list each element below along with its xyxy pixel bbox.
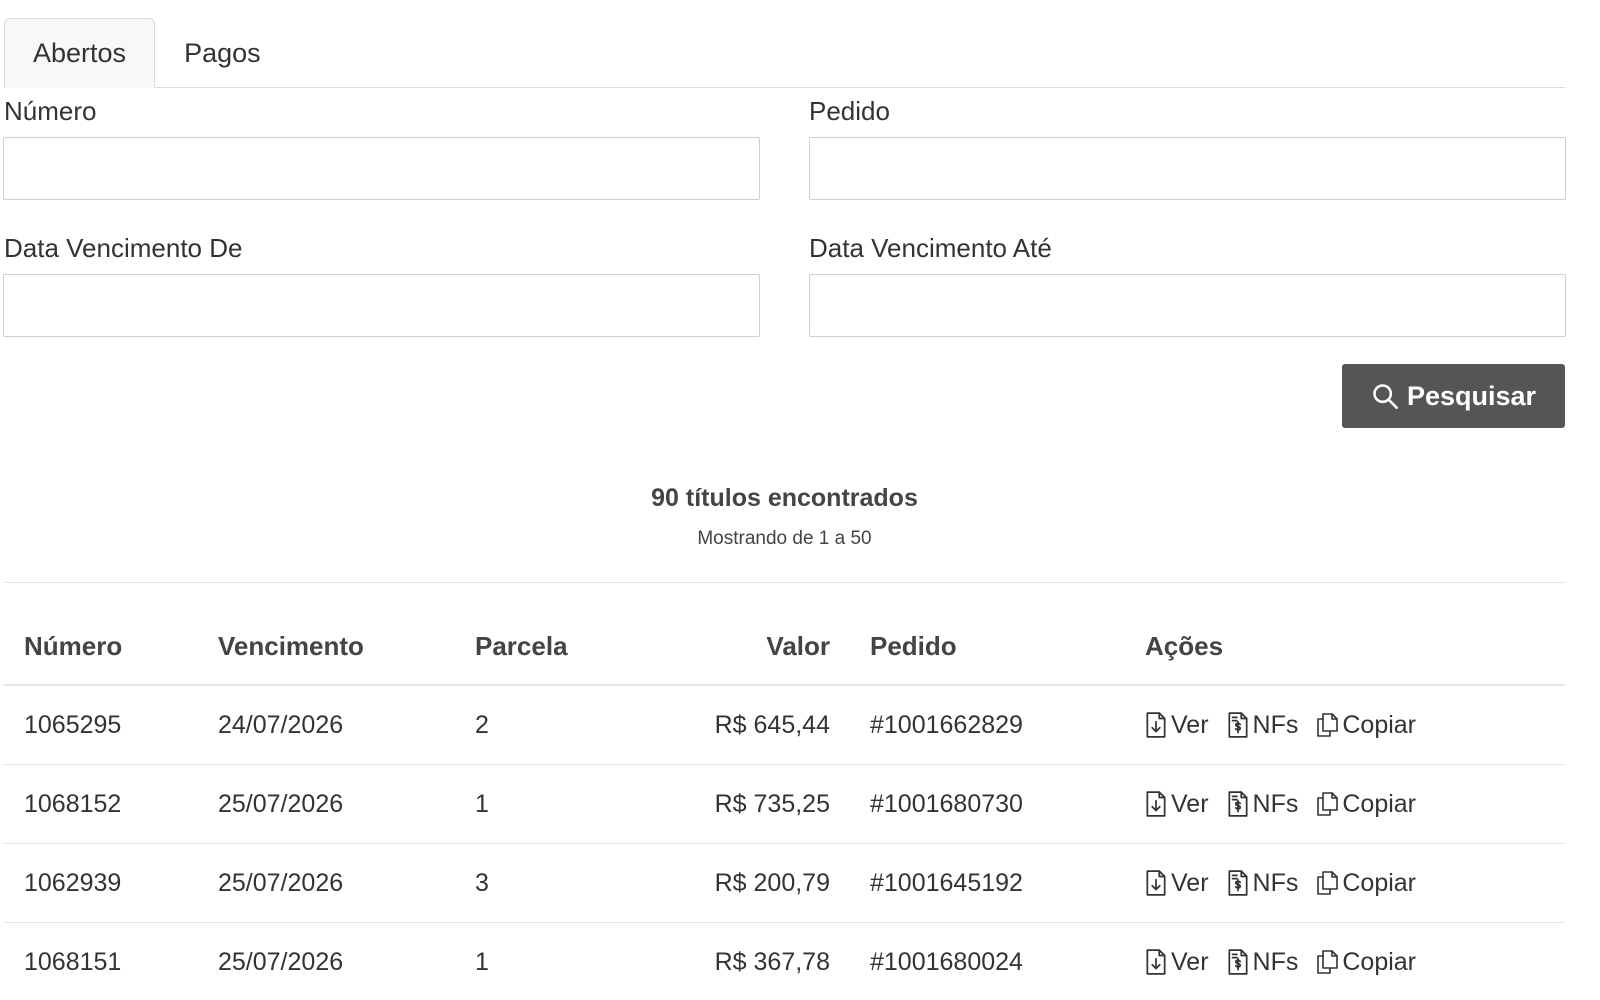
cell-parcela: 2 — [475, 710, 489, 739]
nfs-button[interactable]: NFs — [1227, 789, 1299, 819]
pesquisar-button[interactable]: Pesquisar — [1342, 364, 1565, 428]
cell-numero: 1068152 — [24, 789, 122, 818]
ver-label: Ver — [1171, 789, 1209, 818]
ver-button[interactable]: Ver — [1145, 948, 1209, 977]
tab-abertos[interactable]: Abertos — [4, 18, 156, 88]
file-download-icon — [1145, 791, 1167, 817]
cell-acoes: Ver NFs Copiar — [1145, 765, 1416, 843]
cell-numero: 1065295 — [24, 710, 122, 739]
divider — [4, 582, 1565, 583]
cell-pedido: #1001680730 — [870, 789, 1023, 818]
header-acoes: Ações — [1145, 630, 1224, 661]
copy-icon — [1316, 949, 1339, 975]
copy-icon — [1316, 791, 1339, 817]
cell-pedido: #1001680024 — [870, 947, 1023, 976]
cell-valor: R$ 735,25 — [714, 789, 830, 818]
cell-acoes: Ver NFs Copiar — [1145, 686, 1416, 764]
copiar-label: Copiar — [1342, 947, 1417, 976]
file-invoice-icon — [1227, 712, 1249, 738]
header-numero: Número — [24, 630, 123, 661]
file-invoice-icon — [1227, 870, 1249, 896]
cell-pedido: #1001645192 — [870, 868, 1023, 897]
table-row: 1062939 25/07/2026 3 R$ 200,79 #10016451… — [4, 844, 1565, 923]
file-invoice-icon — [1227, 949, 1249, 975]
nfs-button[interactable]: NFs — [1227, 710, 1299, 740]
nfs-label: NFs — [1252, 710, 1299, 739]
cell-acoes: Ver NFs Copiar — [1145, 844, 1416, 922]
file-download-icon — [1145, 870, 1167, 896]
page: Abertos Pagos Número Pedido Data Vencime… — [0, 0, 1600, 1000]
cell-numero: 1068151 — [24, 947, 122, 976]
file-download-icon — [1145, 712, 1167, 738]
data-vencimento-ate-input[interactable] — [809, 274, 1566, 337]
header-valor: Valor — [766, 630, 830, 661]
ver-label: Ver — [1171, 868, 1209, 897]
copiar-button[interactable]: Copiar — [1316, 711, 1416, 740]
ver-label: Ver — [1171, 947, 1209, 976]
header-pedido: Pedido — [870, 630, 957, 661]
copy-icon — [1316, 870, 1339, 896]
copiar-button[interactable]: Copiar — [1316, 869, 1416, 898]
table-row: 1065295 24/07/2026 2 R$ 645,44 #10016628… — [4, 686, 1565, 765]
copiar-button[interactable]: Copiar — [1316, 790, 1416, 819]
table-row: 1068151 25/07/2026 1 R$ 367,78 #10016800… — [4, 923, 1565, 1000]
titulos-table: Número Vencimento Parcela Valor Pedido A… — [4, 608, 1565, 1000]
ver-button[interactable]: Ver — [1145, 869, 1209, 898]
cell-valor: R$ 645,44 — [714, 710, 830, 739]
file-invoice-icon — [1227, 791, 1249, 817]
ver-label: Ver — [1171, 710, 1209, 739]
cell-vencimento: 25/07/2026 — [218, 868, 344, 897]
nfs-button[interactable]: NFs — [1227, 947, 1299, 977]
data-vencimento-de-label: Data Vencimento De — [4, 233, 243, 263]
header-parcela: Parcela — [475, 630, 568, 661]
cell-valor: R$ 367,78 — [714, 947, 830, 976]
pedido-input[interactable] — [809, 137, 1566, 200]
table-header-row: Número Vencimento Parcela Valor Pedido A… — [4, 608, 1565, 686]
cell-parcela: 1 — [475, 789, 489, 818]
copiar-label: Copiar — [1342, 710, 1417, 739]
pedido-label: Pedido — [809, 96, 890, 126]
cell-pedido: #1001662829 — [870, 710, 1023, 739]
file-download-icon — [1145, 949, 1167, 975]
cell-vencimento: 25/07/2026 — [218, 789, 344, 818]
data-vencimento-ate-label: Data Vencimento Até — [809, 233, 1052, 263]
nfs-label: NFs — [1252, 789, 1299, 818]
cell-vencimento: 24/07/2026 — [218, 710, 344, 739]
nfs-label: NFs — [1252, 947, 1299, 976]
cell-numero: 1062939 — [24, 868, 122, 897]
tab-pagos[interactable]: Pagos — [155, 18, 290, 88]
results-count: 90 títulos encontrados — [651, 484, 918, 512]
tab-bar: Abertos Pagos — [4, 18, 1565, 88]
cell-valor: R$ 200,79 — [714, 868, 830, 897]
results-range: Mostrando de 1 a 50 — [697, 528, 872, 549]
cell-parcela: 3 — [475, 868, 489, 897]
search-icon — [1371, 382, 1399, 410]
cell-vencimento: 25/07/2026 — [218, 947, 344, 976]
ver-button[interactable]: Ver — [1145, 790, 1209, 819]
numero-label: Número — [4, 96, 97, 126]
copy-icon — [1316, 712, 1339, 738]
cell-parcela: 1 — [475, 947, 489, 976]
nfs-label: NFs — [1252, 868, 1299, 897]
numero-input[interactable] — [3, 137, 760, 200]
data-vencimento-de-input[interactable] — [3, 274, 760, 337]
ver-button[interactable]: Ver — [1145, 711, 1209, 740]
copiar-label: Copiar — [1342, 789, 1417, 818]
table-row: 1068152 25/07/2026 1 R$ 735,25 #10016807… — [4, 765, 1565, 844]
copiar-button[interactable]: Copiar — [1316, 948, 1416, 977]
cell-acoes: Ver NFs Copiar — [1145, 923, 1416, 1000]
nfs-button[interactable]: NFs — [1227, 868, 1299, 898]
pesquisar-label: Pesquisar — [1406, 380, 1537, 411]
header-vencimento: Vencimento — [218, 630, 364, 661]
copiar-label: Copiar — [1342, 868, 1417, 897]
